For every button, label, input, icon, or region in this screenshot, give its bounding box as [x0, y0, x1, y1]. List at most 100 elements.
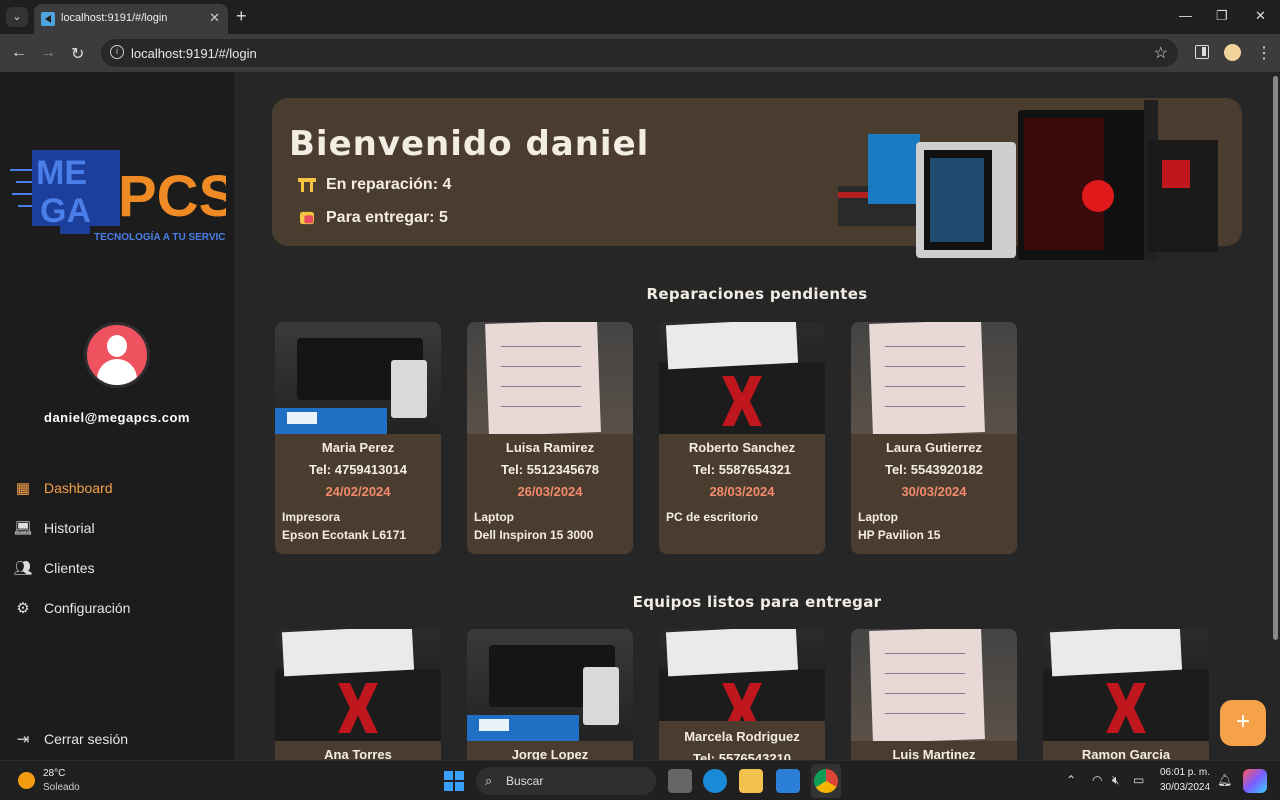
search-label: Buscar: [506, 774, 544, 788]
browser-address-bar: ← → ↻ i localhost:9191/#/login ☆ ⋮: [0, 34, 1280, 72]
sidebar-item-label: Dashboard: [44, 480, 113, 496]
pending-card[interactable]: Maria Perez Tel: 4759413014 24/02/2024 I…: [275, 322, 441, 554]
sidebar-item-historial[interactable]: 💻︎ Historial: [13, 516, 224, 540]
wifi-icon[interactable]: ◠: [1092, 773, 1102, 787]
tab-close-icon[interactable]: ✕: [209, 10, 220, 26]
clock-time[interactable]: 06:01 p. m.: [1160, 767, 1210, 778]
new-tab-icon[interactable]: +: [236, 6, 247, 27]
start-menu-icon[interactable]: [444, 771, 464, 791]
bookmark-star-icon[interactable]: ☆: [1154, 43, 1168, 63]
tab-search-dropdown-icon[interactable]: ⌄: [6, 7, 28, 27]
client-name: Luis Martinez: [892, 747, 976, 760]
weather-desc[interactable]: Soleado: [43, 782, 80, 793]
user-email: daniel@megapcs.com: [44, 410, 190, 425]
device-type: PC de escritorio: [666, 510, 759, 524]
tab-title: localhost:9191/#/login: [61, 12, 168, 24]
svg-text:PCS: PCS: [118, 164, 226, 229]
device-photo: [851, 322, 1017, 434]
ready-card[interactable]: Ramon Garcia: [1043, 629, 1209, 760]
received-date: 26/03/2024: [517, 484, 583, 499]
received-date: 30/03/2024: [901, 484, 967, 499]
minimize-icon[interactable]: —: [1179, 8, 1192, 23]
sidebar-item-configuracion[interactable]: ⚙ Configuración: [14, 596, 224, 620]
welcome-title: Bienvenido daniel: [289, 124, 650, 164]
back-icon[interactable]: ←: [11, 44, 27, 62]
ready-card[interactable]: Jorge Lopez: [467, 629, 633, 760]
dashboard-icon: ▦: [15, 480, 31, 497]
sidebar-item-dashboard[interactable]: ▦ Dashboard: [14, 476, 224, 500]
client-phone: Tel: 4759413014: [308, 462, 408, 477]
add-repair-button[interactable]: +: [1220, 700, 1266, 746]
search-icon: ⌕: [485, 773, 493, 788]
sidebar-item-label: Configuración: [44, 600, 131, 616]
client-phone: Tel: 5587654321: [692, 462, 792, 477]
device-photo: [1043, 629, 1209, 741]
client-name: Luisa Ramirez: [505, 440, 595, 455]
welcome-banner: Bienvenido daniel En reparación: 4 Para …: [272, 98, 1242, 260]
side-panel-icon[interactable]: [1195, 45, 1209, 59]
site-info-icon[interactable]: i: [110, 45, 124, 59]
client-name: Laura Gutierrez: [885, 440, 983, 455]
notifications-icon[interactable]: 🔔︎: [1217, 773, 1232, 787]
svg-text:ME: ME: [36, 154, 87, 192]
sidebar-item-label: Clientes: [44, 560, 95, 576]
sun-icon[interactable]: [18, 772, 35, 789]
forward-icon[interactable]: →: [40, 44, 56, 62]
megapcs-logo: ME GA PCS TECNOLOGÍA A TU SERVICIO: [10, 150, 226, 243]
browser-tab-bar: ⌄ localhost:9191/#/login ✕ + — ❐ ✕: [0, 0, 1280, 34]
device-photo: [851, 629, 1017, 741]
copilot-icon[interactable]: [1243, 769, 1267, 793]
main-content: Bienvenido daniel En reparación: 4 Para …: [234, 72, 1270, 760]
device-type: Laptop: [858, 510, 898, 524]
pending-card[interactable]: Laura Gutierrez Tel: 5543920182 30/03/20…: [851, 322, 1017, 554]
task-view-icon[interactable]: [668, 769, 692, 793]
pending-section-title: Reparaciones pendientes: [646, 285, 868, 303]
device-photo: [659, 629, 825, 721]
battery-icon[interactable]: ▭: [1133, 773, 1144, 787]
page-scrollbar[interactable]: [1270, 72, 1280, 760]
computer-hardware-image: [838, 100, 1218, 260]
ready-card[interactable]: Ana Torres: [275, 629, 441, 760]
chrome-icon[interactable]: [814, 769, 838, 793]
windows-taskbar: 28°C Soleado ⌕ Buscar ⌃ ◠ 🔇︎ ▭ 06:01 p. …: [0, 760, 1280, 800]
package-icon: [300, 211, 314, 225]
sidebar-item-clientes[interactable]: 👥︎ Clientes: [13, 556, 224, 580]
pending-card[interactable]: Roberto Sanchez Tel: 5587654321 28/03/20…: [659, 322, 825, 554]
ready-card[interactable]: Luis Martinez: [851, 629, 1017, 760]
logout-icon: ⇥: [16, 731, 30, 748]
url-input[interactable]: i localhost:9191/#/login ☆: [101, 39, 1178, 67]
volume-muted-icon[interactable]: 🔇︎: [1112, 773, 1120, 788]
deliver-count: Para entregar: 5: [298, 209, 448, 227]
weather-temp[interactable]: 28°C: [43, 768, 65, 779]
scrollbar-thumb[interactable]: [1273, 76, 1278, 640]
device-model: Epson Ecotank L6171: [282, 528, 407, 542]
device-photo: [467, 322, 633, 434]
logout-label: Cerrar sesión: [44, 731, 129, 747]
received-date: 28/03/2024: [709, 484, 775, 499]
svg-text:GA: GA: [40, 192, 91, 230]
file-explorer-icon[interactable]: [739, 769, 763, 793]
sidebar: ME GA PCS TECNOLOGÍA A TU SERVICIO danie…: [0, 72, 234, 760]
reload-icon[interactable]: ↻: [71, 44, 84, 64]
browser-menu-icon[interactable]: ⋮: [1256, 43, 1272, 63]
vscode-icon[interactable]: [776, 769, 800, 793]
clock-date[interactable]: 30/03/2024: [1160, 782, 1210, 793]
device-photo: [467, 629, 633, 741]
device-photo: [659, 322, 825, 434]
ready-card[interactable]: Marcela Rodriguez Tel: 5576543210: [659, 629, 825, 760]
device-photo: [275, 629, 441, 741]
url-text: localhost:9191/#/login: [131, 46, 257, 61]
show-hidden-icons-icon[interactable]: ⌃: [1066, 773, 1076, 787]
profile-avatar-icon[interactable]: [1224, 44, 1241, 61]
close-window-icon[interactable]: ✕: [1255, 8, 1266, 24]
taskbar-search[interactable]: ⌕ Buscar: [476, 767, 656, 795]
people-icon: 👥︎: [13, 560, 33, 577]
logout-button[interactable]: ⇥ Cerrar sesión: [14, 727, 224, 751]
sidebar-item-label: Historial: [44, 520, 95, 536]
browser-tab[interactable]: localhost:9191/#/login ✕: [34, 4, 228, 34]
pending-card[interactable]: Luisa Ramirez Tel: 5512345678 26/03/2024…: [467, 322, 633, 554]
edge-icon[interactable]: [703, 769, 727, 793]
client-phone: Tel: 5543920182: [884, 462, 984, 477]
maximize-icon[interactable]: ❐: [1216, 8, 1228, 24]
repair-count: En reparación: 4: [298, 176, 451, 194]
